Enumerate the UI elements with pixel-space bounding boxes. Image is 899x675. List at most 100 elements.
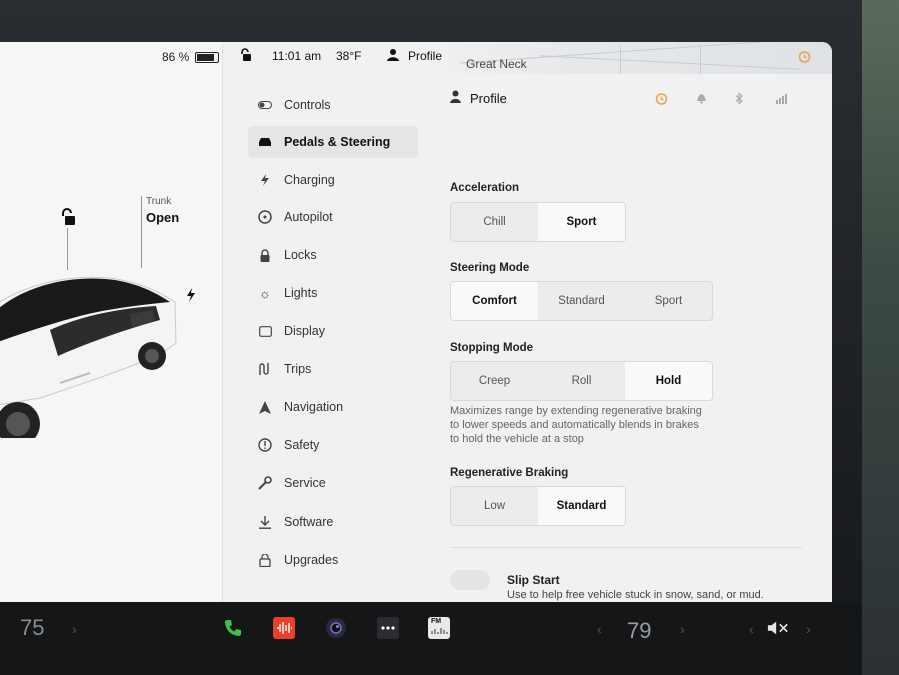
- menu-item-trips[interactable]: Trips: [248, 353, 418, 385]
- bell-icon[interactable]: [696, 92, 707, 108]
- menu-item-pedals-steering[interactable]: Pedals & Steering: [248, 126, 418, 158]
- chevron-left-icon[interactable]: ‹: [597, 621, 602, 637]
- alert-icon: [258, 438, 272, 452]
- menu-item-service[interactable]: Service: [248, 467, 418, 499]
- menu-item-autopilot[interactable]: Autopilot: [248, 201, 418, 233]
- steering-mode-selector: Comfort Standard Sport: [450, 281, 713, 321]
- car-image[interactable]: [0, 258, 190, 446]
- stopping-option-creep[interactable]: Creep: [451, 362, 538, 400]
- lock-status-icon[interactable]: [240, 48, 252, 67]
- menu-item-label: Software: [284, 515, 334, 529]
- more-apps-icon[interactable]: [377, 617, 399, 639]
- outside-temperature: 38°F: [336, 49, 362, 63]
- chevron-right-icon[interactable]: ›: [806, 621, 811, 637]
- steering-option-comfort[interactable]: Comfort: [451, 282, 538, 320]
- battery-percent: 86 %: [162, 50, 190, 64]
- regen-option-low[interactable]: Low: [451, 487, 538, 525]
- menu-item-locks[interactable]: Locks: [248, 239, 418, 271]
- regen-braking-selector: Low Standard: [450, 486, 626, 526]
- menu-item-label: Service: [284, 476, 326, 490]
- menu-item-label: Upgrades: [284, 553, 339, 567]
- menu-item-label: Trips: [284, 362, 312, 376]
- battery-icon: [195, 51, 220, 63]
- slip-start-toggle[interactable]: [450, 570, 490, 590]
- acceleration-option-sport[interactable]: Sport: [538, 203, 625, 241]
- settings-menu: Controls Pedals & Steering Charging Auto…: [222, 82, 432, 602]
- section-divider: [450, 547, 802, 548]
- steering-option-standard[interactable]: Standard: [538, 282, 625, 320]
- menu-item-software[interactable]: Software: [248, 506, 418, 538]
- chevron-left-icon[interactable]: ‹: [749, 621, 754, 637]
- status-bar: 11:01 am 38°F Profile: [232, 42, 832, 72]
- wrench-icon: [258, 476, 272, 490]
- pedals-steering-panel: Profile Acceleration Chill Sport Steerin…: [450, 82, 810, 602]
- steering-option-sport[interactable]: Sport: [625, 282, 712, 320]
- chevron-right-icon[interactable]: ›: [72, 621, 77, 637]
- menu-item-label: Pedals & Steering: [284, 135, 391, 149]
- header-status-icons: [655, 92, 788, 108]
- touchscreen: 86 % Trunk Open Great Neck 11:01 am 38°F…: [0, 42, 832, 602]
- menu-item-label: Locks: [284, 248, 317, 262]
- menu-item-label: Charging: [284, 173, 335, 187]
- menu-item-label: Lights: [284, 286, 318, 300]
- battery-indicator: 86 %: [162, 50, 220, 64]
- bluetooth-icon[interactable]: [735, 92, 744, 108]
- clock: 11:01 am: [272, 49, 322, 63]
- lte-signal-icon: [772, 92, 788, 108]
- bag-icon: [258, 553, 272, 567]
- download-icon: [258, 515, 272, 529]
- mute-volume-icon[interactable]: [767, 617, 789, 639]
- unlock-icon[interactable]: [60, 208, 76, 231]
- menu-item-label: Display: [284, 324, 325, 338]
- trunk-open-button[interactable]: Open: [146, 210, 179, 225]
- menu-item-upgrades[interactable]: Upgrades: [248, 544, 418, 576]
- alarm-icon[interactable]: [798, 50, 811, 68]
- toggle-icon: [258, 98, 272, 112]
- chevron-right-icon[interactable]: ›: [680, 621, 685, 637]
- person-icon: [450, 90, 461, 106]
- acceleration-label: Acceleration: [450, 182, 520, 194]
- navigation-icon: [258, 400, 272, 414]
- tunein-radio-icon[interactable]: [273, 617, 295, 639]
- car-icon: [258, 135, 272, 149]
- profile-header-label: Profile: [470, 90, 507, 106]
- profile-button[interactable]: Profile: [408, 49, 442, 63]
- menu-item-controls[interactable]: Controls: [248, 89, 418, 121]
- menu-item-label: Controls: [284, 98, 331, 112]
- steering-wheel-icon: [258, 210, 272, 224]
- menu-item-navigation[interactable]: Navigation: [248, 391, 418, 423]
- profile-icon[interactable]: [387, 48, 399, 67]
- slip-start-title: Slip Start: [507, 573, 560, 587]
- trips-icon: [258, 362, 272, 376]
- phone-icon[interactable]: [222, 617, 244, 639]
- sun-icon: ☼: [259, 285, 271, 301]
- menu-item-charging[interactable]: Charging: [248, 164, 418, 196]
- acceleration-selector: Chill Sport: [450, 202, 626, 242]
- acceleration-option-chill[interactable]: Chill: [451, 203, 538, 241]
- steering-mode-label: Steering Mode: [450, 262, 530, 274]
- slip-start-description: Use to help free vehicle stuck in snow, …: [507, 589, 764, 601]
- driver-temperature[interactable]: 75: [20, 615, 44, 641]
- menu-item-display[interactable]: Display: [248, 315, 418, 347]
- car-interior-background: [862, 0, 899, 675]
- car-overview-panel: 86 % Trunk Open: [0, 42, 223, 602]
- menu-item-lights[interactable]: ☼ Lights: [248, 277, 418, 309]
- fm-radio-icon[interactable]: FM: [428, 617, 450, 639]
- alarm-icon[interactable]: [655, 92, 668, 108]
- taskbar: 75 › FM ‹ 79 › ‹ ›: [0, 602, 862, 675]
- trunk-label: Trunk: [146, 196, 172, 207]
- regen-braking-label: Regenerative Braking: [450, 467, 569, 479]
- stopping-mode-selector: Creep Roll Hold: [450, 361, 713, 401]
- menu-item-safety[interactable]: Safety: [248, 429, 418, 461]
- menu-item-label: Navigation: [284, 400, 344, 414]
- stopping-option-hold[interactable]: Hold: [625, 362, 712, 400]
- stopping-option-roll[interactable]: Roll: [538, 362, 625, 400]
- profile-header[interactable]: Profile: [450, 90, 507, 106]
- camera-icon[interactable]: [325, 617, 347, 639]
- menu-item-label: Safety: [284, 438, 320, 452]
- regen-option-standard[interactable]: Standard: [538, 487, 625, 525]
- lock-icon: [258, 248, 272, 262]
- menu-item-label: Autopilot: [284, 210, 333, 224]
- bolt-icon: [258, 173, 272, 187]
- passenger-temperature[interactable]: 79: [627, 618, 651, 644]
